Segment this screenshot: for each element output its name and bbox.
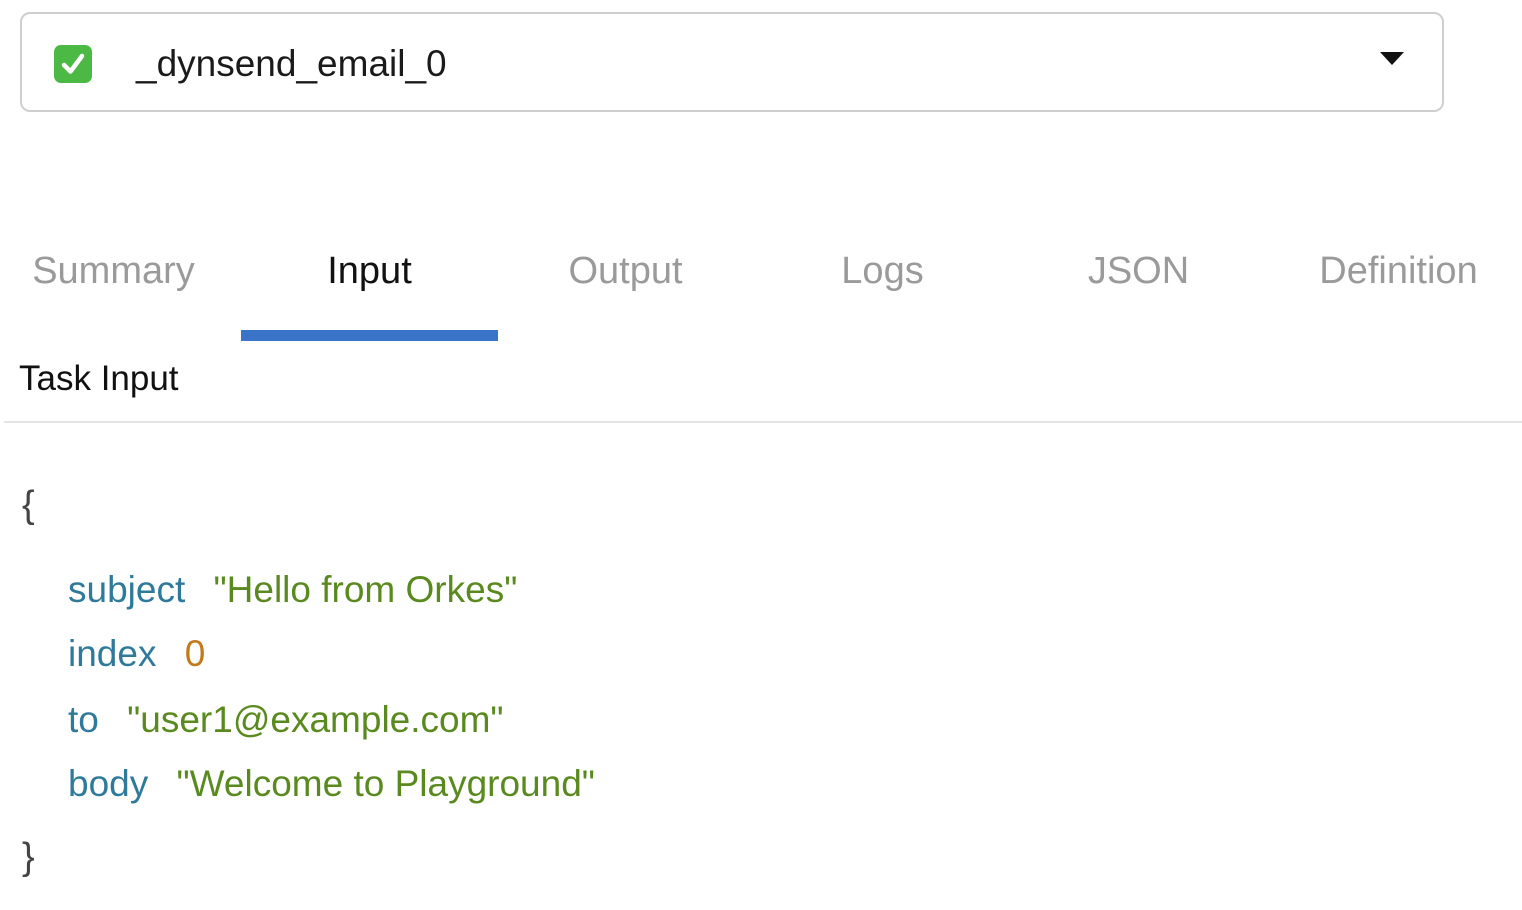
tab-json[interactable]: JSON — [1010, 236, 1267, 306]
caret-down-icon[interactable] — [1380, 52, 1404, 66]
detail-tabs: Summary Input Output Logs JSON Definitio… — [0, 236, 1522, 346]
tab-summary[interactable]: Summary — [0, 236, 242, 306]
json-value: "Welcome to Playground" — [176, 763, 595, 804]
tab-output[interactable]: Output — [497, 236, 754, 306]
json-value: 0 — [184, 633, 206, 674]
json-entry-body: body "Welcome to Playground" — [68, 762, 595, 806]
json-key: index — [68, 633, 157, 674]
json-key: subject — [68, 569, 186, 610]
json-entry-index: index 0 — [68, 632, 205, 676]
json-entry-subject: subject "Hello from Orkes" — [68, 568, 517, 612]
json-value: "Hello from Orkes" — [213, 569, 518, 610]
json-open-brace: { — [22, 484, 35, 526]
json-entry-to: to "user1@example.com" — [68, 698, 504, 742]
tab-logs[interactable]: Logs — [754, 236, 1011, 306]
check-icon — [54, 45, 92, 83]
tab-input[interactable]: Input — [241, 236, 498, 306]
tab-definition[interactable]: Definition — [1270, 236, 1522, 306]
json-value: "user1@example.com" — [127, 699, 504, 740]
json-close-brace: } — [22, 836, 35, 878]
active-tab-indicator — [241, 330, 498, 341]
json-viewer: { subject "Hello from Orkes" index 0 to … — [0, 470, 1522, 890]
task-selector-dropdown[interactable]: _dynsend_email_0 — [20, 12, 1444, 112]
selected-task-name: _dynsend_email_0 — [136, 43, 447, 84]
json-key: body — [68, 763, 149, 804]
section-title: Task Input — [19, 359, 179, 398]
divider — [4, 421, 1522, 423]
json-key: to — [68, 699, 99, 740]
